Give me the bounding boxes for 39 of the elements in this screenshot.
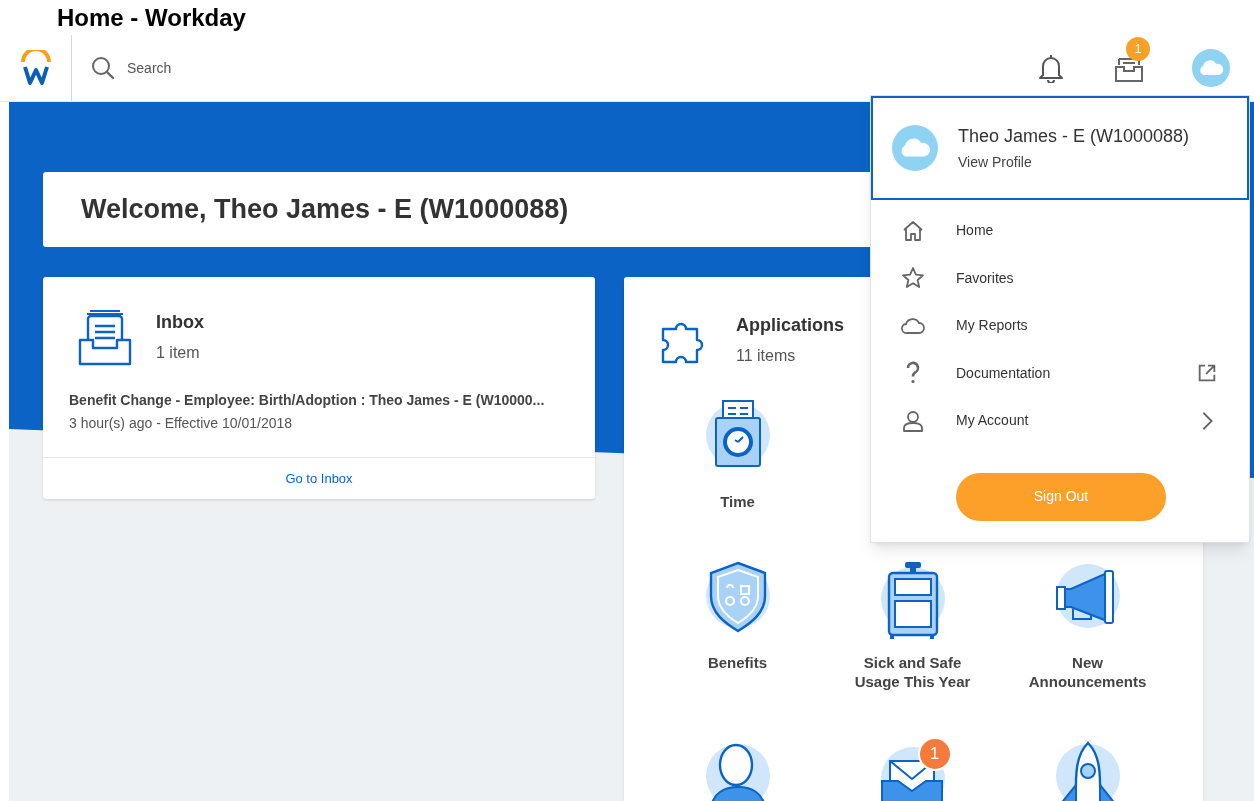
application-tile[interactable]: Time <box>650 400 825 511</box>
person-icon <box>901 408 925 433</box>
application-tile[interactable]: New Announcements <box>1000 561 1175 691</box>
card-title: Inbox <box>156 311 204 334</box>
go-to-inbox-link[interactable]: Go to Inbox <box>285 468 353 489</box>
item-count: 11 items <box>736 346 797 366</box>
menu-item[interactable]: Favorites <box>871 254 1249 302</box>
bell-icon[interactable] <box>1038 53 1064 83</box>
application-label: Benefits <box>706 653 769 672</box>
user-name: Theo James - E (W1000088) <box>958 125 1190 148</box>
item-count: 1 item <box>156 343 201 363</box>
notification-count: 1 <box>1126 37 1150 61</box>
menu-item[interactable]: My Account <box>871 397 1249 445</box>
application-tile[interactable]: Sick and Safe Usage This Year <box>825 561 1000 691</box>
cloud-icon <box>899 138 931 158</box>
application-label: Sick and Safe Usage This Year <box>853 653 972 691</box>
home-icon <box>901 218 925 243</box>
page-title: Home - Workday <box>57 2 246 33</box>
menu-item[interactable]: My Reports <box>871 302 1249 350</box>
menu-item[interactable]: Documentation <box>871 349 1249 397</box>
cloud-icon <box>1198 60 1224 76</box>
suitcase-icon <box>879 561 946 641</box>
welcome-heading: Welcome, Theo James - E (W1000088) <box>81 193 569 227</box>
profile-header[interactable]: Theo James - E (W1000088) View Profile <box>871 96 1249 200</box>
application-label: New Announcements <box>1027 653 1148 691</box>
notification-count: 1 <box>917 737 952 771</box>
card-title: Applications <box>736 314 844 337</box>
logo-icon[interactable] <box>19 50 52 86</box>
task-meta: 3 hour(s) ago - Effective 10/01/2018 <box>69 414 294 433</box>
application-tile[interactable]: Benefits <box>650 561 825 691</box>
menu-item[interactable]: Home <box>871 207 1249 255</box>
view-profile-link[interactable]: View Profile <box>958 152 1190 173</box>
inbox-tray-icon <box>78 308 132 366</box>
search-icon <box>91 56 115 80</box>
task-title[interactable]: Benefit Change - Employee: Birth/Adoption : Theo James - E (W10000... <box>69 390 595 411</box>
inbox-tray-icon[interactable] <box>1114 57 1144 83</box>
star-icon <box>901 266 925 291</box>
application-label: Time <box>719 492 756 511</box>
search-field[interactable]: Search <box>127 57 247 79</box>
